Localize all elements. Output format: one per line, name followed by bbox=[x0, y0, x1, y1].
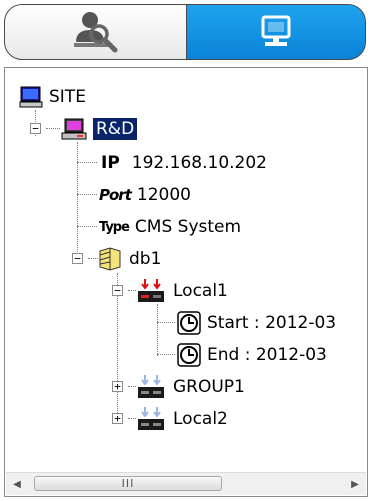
tree-line bbox=[77, 194, 97, 195]
collapse-button[interactable]: − bbox=[30, 123, 41, 134]
local2-label: Local2 bbox=[173, 409, 228, 429]
tree-node-local2[interactable]: Local2 bbox=[137, 404, 228, 434]
scroll-left-button[interactable]: ◀ bbox=[6, 473, 28, 495]
tree-line bbox=[157, 322, 175, 323]
tree-node-db[interactable]: db1 bbox=[97, 244, 161, 274]
tab-search[interactable] bbox=[4, 4, 187, 60]
computer-icon bbox=[19, 86, 43, 108]
tree-prop-port: Port 12000 bbox=[99, 180, 191, 210]
port-value: 12000 bbox=[136, 185, 191, 205]
tree-line bbox=[157, 304, 158, 356]
tree-node-site[interactable]: SITE bbox=[19, 82, 86, 112]
tree-node-server[interactable]: R&D bbox=[61, 114, 138, 144]
view-switcher bbox=[4, 4, 366, 62]
server-label: R&D bbox=[93, 118, 138, 140]
server-computer-icon bbox=[61, 118, 87, 140]
arrow-right-icon: ▶ bbox=[351, 478, 359, 490]
group1-label: GROUP1 bbox=[173, 377, 245, 397]
search-user-icon bbox=[73, 12, 117, 53]
db-label: db1 bbox=[129, 249, 162, 269]
ip-label: IP bbox=[101, 153, 120, 173]
tree-line bbox=[77, 142, 78, 262]
tree-prop-ip: IP 192.168.10.202 bbox=[101, 148, 267, 178]
clock-icon bbox=[177, 343, 201, 367]
scroll-grip: III bbox=[121, 477, 135, 490]
expand-button[interactable]: + bbox=[112, 381, 123, 392]
clock-icon bbox=[177, 311, 201, 335]
expand-button[interactable]: + bbox=[112, 413, 123, 424]
tree-node-end[interactable]: End : 2012-03 bbox=[177, 340, 327, 370]
port-label: Port bbox=[99, 186, 132, 204]
type-value: CMS System bbox=[134, 217, 242, 237]
download-device-icon bbox=[138, 279, 164, 302]
site-label: SITE bbox=[49, 87, 86, 107]
tree-node-local1[interactable]: Local1 bbox=[137, 276, 228, 306]
tree-line bbox=[128, 418, 136, 419]
tree-line bbox=[77, 162, 97, 163]
download-device-icon bbox=[138, 407, 164, 430]
arrow-left-icon: ◀ bbox=[13, 478, 21, 490]
tree-prop-type: Type CMS System bbox=[99, 212, 241, 242]
scroll-thumb[interactable]: III bbox=[34, 476, 222, 491]
end-label: End : 2012-03 bbox=[207, 345, 327, 365]
tree-line bbox=[128, 386, 136, 387]
tree-line bbox=[128, 290, 136, 291]
tree-line bbox=[77, 226, 97, 227]
ip-value: 192.168.10.202 bbox=[131, 153, 267, 173]
tab-devices[interactable] bbox=[186, 4, 366, 60]
local1-label: Local1 bbox=[173, 281, 228, 301]
tree-node-start[interactable]: Start : 2012-03 bbox=[177, 308, 336, 338]
tree-node-group1[interactable]: GROUP1 bbox=[137, 372, 245, 402]
device-tree[interactable]: − − − + + SITE R&D IP 192.168.10.202 Por… bbox=[4, 67, 368, 497]
tree-line bbox=[157, 354, 175, 355]
type-label: Type bbox=[99, 219, 130, 235]
start-label: Start : 2012-03 bbox=[207, 313, 337, 333]
database-icon bbox=[99, 247, 121, 271]
scroll-right-button[interactable]: ▶ bbox=[344, 473, 366, 495]
download-device-icon bbox=[138, 375, 164, 398]
monitor-icon bbox=[261, 15, 291, 46]
collapse-button[interactable]: − bbox=[72, 253, 83, 264]
horizontal-scrollbar[interactable]: ◀ III ▶ bbox=[6, 472, 366, 495]
tree-line bbox=[46, 128, 60, 129]
collapse-button[interactable]: − bbox=[112, 285, 123, 296]
